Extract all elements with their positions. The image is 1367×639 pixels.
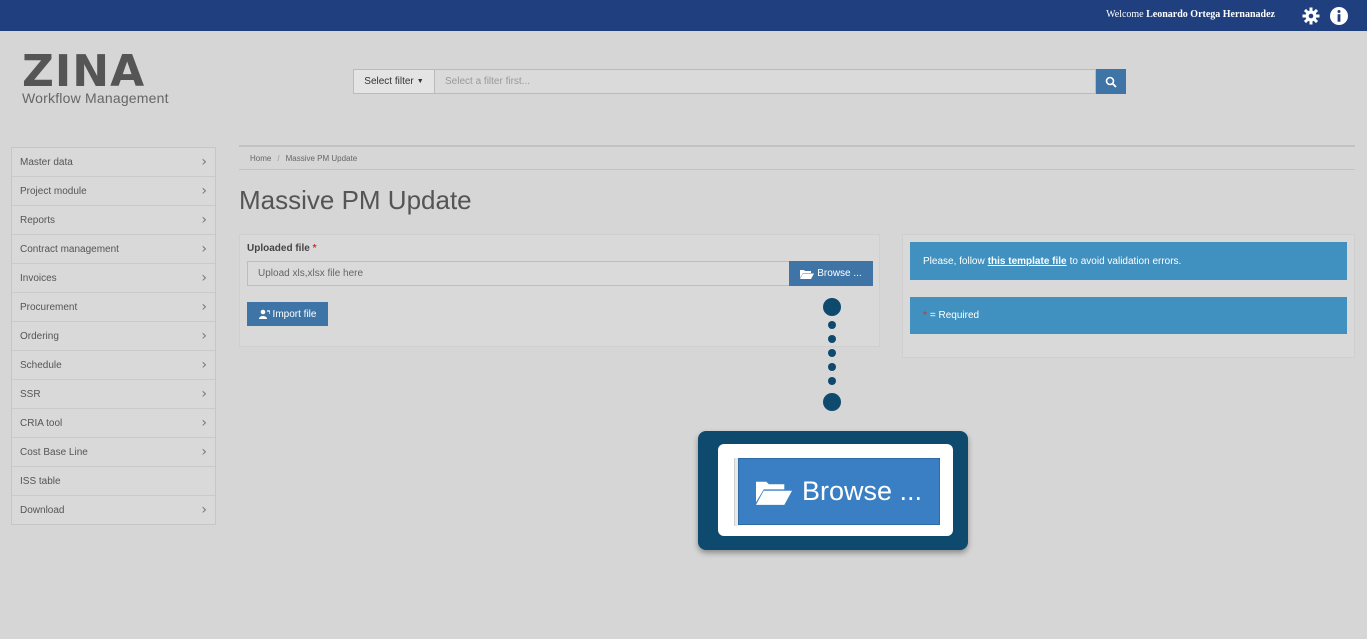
required-info-box: * = Required (910, 297, 1347, 334)
template-info-box: Please, follow this template file to avo… (910, 242, 1347, 280)
select-filter-button[interactable]: Select filter ▼ (353, 69, 435, 94)
sidebar-item-label: Contract management (20, 243, 119, 255)
sidebar-item[interactable]: Schedule › (12, 351, 215, 380)
search-button[interactable] (1096, 69, 1126, 94)
folder-open-icon (800, 269, 815, 279)
sidebar-item-label: Procurement (20, 301, 78, 313)
logo-subtitle: Workflow Management (22, 90, 169, 106)
sidebar-item-label: Cost Base Line (20, 446, 88, 458)
chevron-right-icon: › (201, 444, 207, 460)
breadcrumb: Home / Massive PM Update (239, 145, 1355, 170)
logo-main: ZINA (22, 46, 146, 97)
sidebar-item[interactable]: SSR › (12, 380, 215, 409)
sidebar-item[interactable]: Invoices › (12, 264, 215, 293)
uploaded-file-label: Uploaded file * (247, 243, 317, 254)
sidebar-item-label: Project module (20, 185, 87, 197)
sidebar-item[interactable]: Contract management › (12, 235, 215, 264)
chevron-right-icon: › (201, 183, 207, 199)
search-input[interactable]: Select a filter first... (435, 69, 1096, 94)
sidebar-item-label: CRIA tool (20, 417, 63, 429)
user-name[interactable]: Leonardo Ortega Hernanadez (1146, 9, 1275, 20)
search-icon (1105, 76, 1117, 88)
import-icon (258, 309, 270, 319)
breadcrumb-separator: / (277, 153, 280, 163)
required-mark: * (312, 243, 317, 254)
template-file-link[interactable]: this template file (988, 256, 1067, 267)
browse-button-zoomed[interactable]: Browse ... (738, 458, 940, 525)
sidebar-item[interactable]: Project module › (12, 177, 215, 206)
sidebar-item-label: Download (20, 504, 65, 516)
caret-down-icon: ▼ (416, 78, 424, 85)
sidebar-item[interactable]: ISS table (12, 467, 215, 496)
top-bar: Welcome Leonardo Ortega Hernanadez (0, 0, 1367, 31)
chevron-right-icon: › (201, 502, 207, 518)
chevron-right-icon: › (201, 270, 207, 286)
breadcrumb-current: Massive PM Update (285, 153, 358, 163)
breadcrumb-home[interactable]: Home (250, 154, 271, 163)
sidebar-item-label: SSR (20, 388, 41, 400)
welcome-text: Welcome Leonardo Ortega Hernanadez (1106, 9, 1275, 20)
sidebar-item[interactable]: Download › (12, 496, 215, 524)
callout-frame: Browse ... (718, 444, 953, 536)
import-file-button[interactable]: Import file (247, 302, 328, 326)
required-mark: * (923, 310, 927, 321)
chevron-right-icon: › (201, 154, 207, 170)
upload-panel: Uploaded file * Upload xls,xlsx file her… (239, 234, 880, 347)
page-title: Massive PM Update (239, 185, 472, 215)
sidebar-item[interactable]: CRIA tool › (12, 409, 215, 438)
sidebar-item[interactable]: Ordering › (12, 322, 215, 351)
sidebar-item-label: Master data (20, 156, 73, 168)
zina-logo[interactable]: ZINA Workflow Management (22, 46, 169, 107)
sidebar-item[interactable]: Cost Base Line › (12, 438, 215, 467)
chevron-right-icon: › (201, 212, 207, 228)
sidebar-item-label: Ordering (20, 330, 59, 342)
chevron-right-icon: › (201, 415, 207, 431)
gear-icon[interactable] (1301, 6, 1321, 26)
chevron-right-icon: › (201, 357, 207, 373)
sidebar-item[interactable]: Procurement › (12, 293, 215, 322)
chevron-right-icon: › (201, 386, 207, 402)
chevron-right-icon: › (201, 328, 207, 344)
folder-open-icon (755, 481, 792, 505)
browse-button[interactable]: Browse ... (789, 261, 873, 286)
chevron-right-icon: › (201, 299, 207, 315)
sidebar-item[interactable]: Master data › (12, 148, 215, 177)
info-icon[interactable] (1329, 6, 1349, 26)
search-bar: Select filter ▼ Select a filter first... (353, 69, 1126, 94)
browse-callout: Browse ... (698, 431, 968, 550)
sidebar-item-label: Reports (20, 214, 56, 226)
sidebar-item-label: Invoices (20, 272, 57, 284)
chevron-right-icon: › (201, 241, 207, 257)
sidebar: Master data › Project module › Reports › Contr… (11, 147, 216, 525)
sidebar-item-label: ISS table (20, 475, 61, 487)
sidebar-item[interactable]: Reports › (12, 206, 215, 235)
info-panel: Please, follow this template file to avo… (902, 234, 1355, 358)
sidebar-item-label: Schedule (20, 359, 62, 371)
file-input[interactable]: Upload xls,xlsx file here (247, 261, 790, 286)
